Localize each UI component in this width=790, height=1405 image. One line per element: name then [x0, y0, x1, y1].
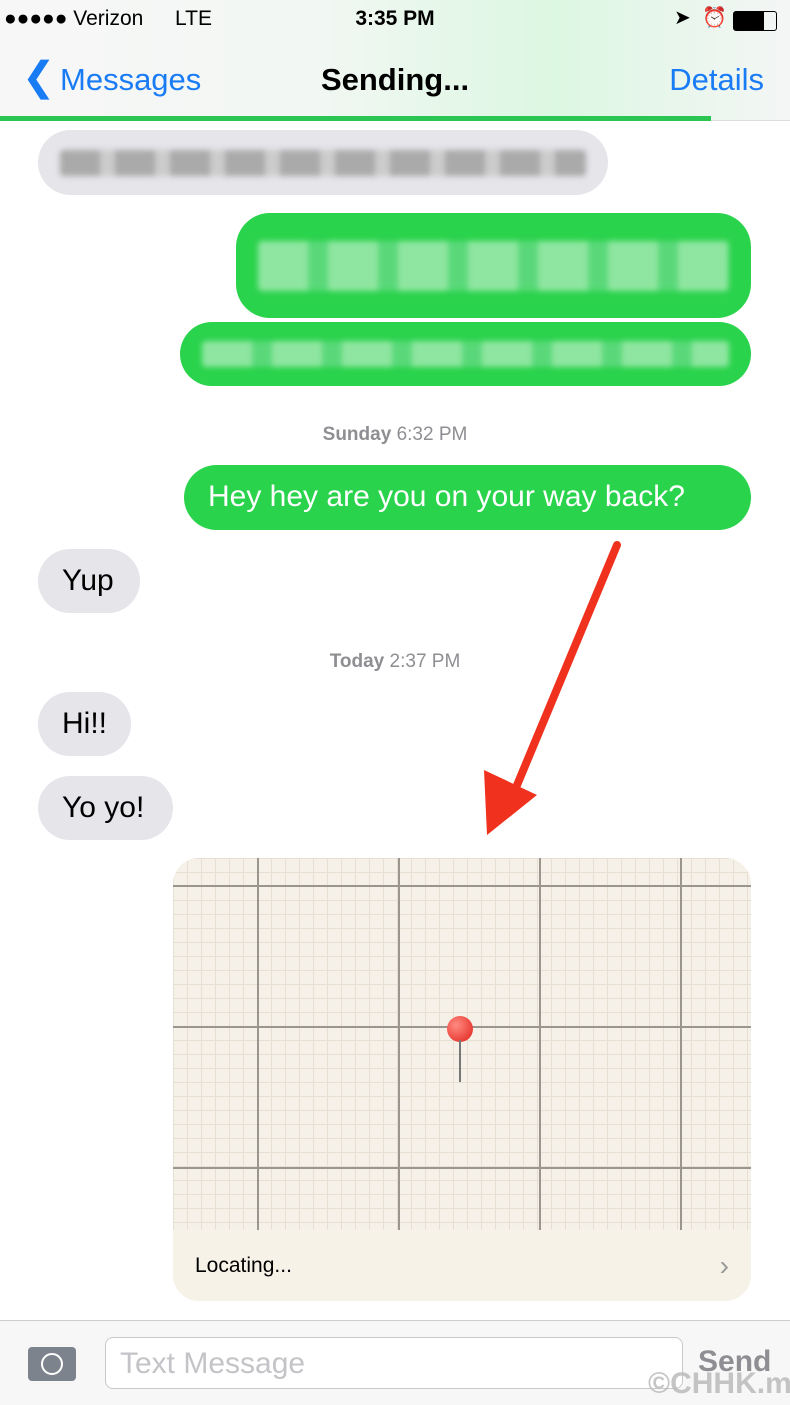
annotation-arrow [484, 541, 621, 835]
watermark: ©CHHK.mn [648, 1367, 790, 1400]
input-placeholder: Text Message [120, 1347, 306, 1380]
message-input[interactable]: Text Message [105, 1337, 683, 1389]
input-bar: Text Message Send ©CHHK.mn [0, 1320, 790, 1405]
camera-icon[interactable] [28, 1347, 76, 1381]
